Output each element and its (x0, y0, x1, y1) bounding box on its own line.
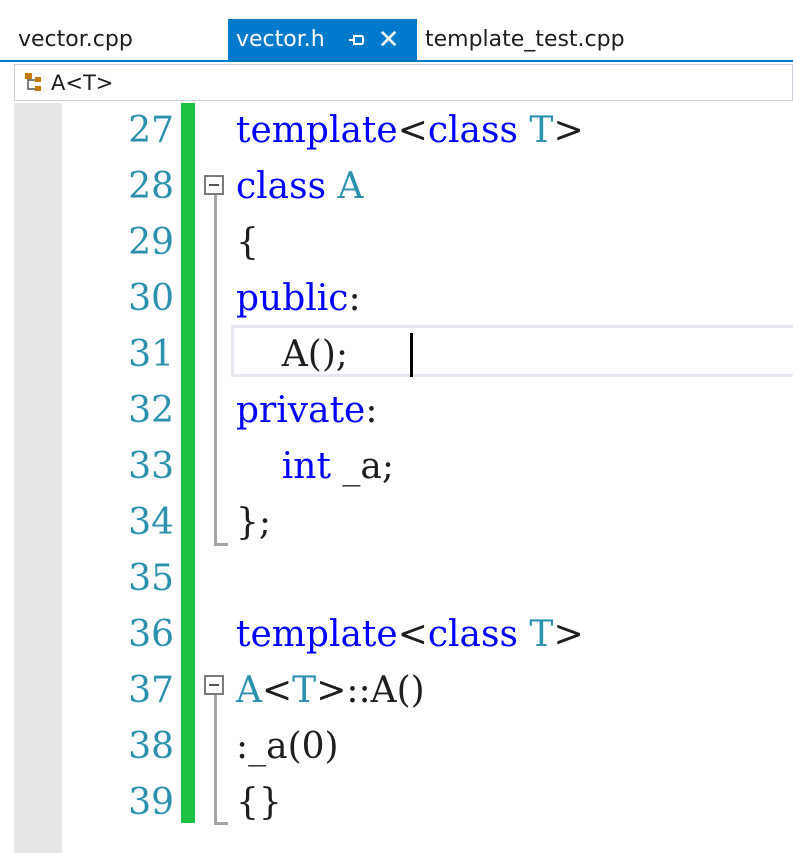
tab-vector-h[interactable]: vector.h ✕ (228, 19, 417, 60)
class-icon (25, 72, 41, 91)
code-line: 37 A<T>::A() (0, 663, 793, 719)
code-text[interactable]: public: (236, 271, 361, 327)
tab-vector-cpp[interactable]: vector.cpp (18, 19, 133, 60)
code-line: 36 template<class T> (0, 607, 793, 663)
code-text[interactable]: {} (236, 775, 282, 831)
line-number: 36 (128, 614, 174, 655)
code-text[interactable]: A(); (236, 327, 348, 383)
pin-icon[interactable] (347, 30, 367, 50)
text-caret (410, 333, 413, 377)
code-line: 31 A(); (0, 327, 793, 383)
line-number: 30 (128, 278, 174, 319)
navigation-bar-types-dropdown[interactable]: A<T> (14, 64, 793, 101)
close-icon[interactable]: ✕ (377, 27, 401, 53)
line-number: 31 (128, 334, 174, 375)
code-text[interactable]: template<class T> (236, 103, 584, 159)
tab-strip-underline (0, 60, 793, 62)
code-text[interactable]: }; (236, 495, 271, 551)
line-number: 37 (128, 670, 174, 711)
document-tab-strip: vector.cpp vector.h ✕ template_test.cpp (0, 0, 793, 60)
line-number: 27 (128, 110, 174, 151)
code-line: 35 (0, 551, 793, 607)
code-line: 28 class A (0, 159, 793, 215)
code-line: 29 { (0, 215, 793, 271)
line-number: 39 (128, 782, 174, 823)
code-text[interactable]: { (236, 215, 259, 271)
code-line: 38 :_a(0) (0, 719, 793, 775)
code-line: 34 }; (0, 495, 793, 551)
code-text[interactable]: A<T>::A() (236, 663, 425, 719)
line-number: 28 (128, 166, 174, 207)
line-number: 32 (128, 390, 174, 431)
code-text[interactable]: int _a; (236, 439, 394, 495)
tab-label: vector.h (236, 27, 325, 52)
line-number: 38 (128, 726, 174, 767)
code-line: 27 template<class T> (0, 103, 793, 159)
line-number: 34 (128, 502, 174, 543)
code-editor[interactable]: 27 template<class T> 28 class A 29 { 30 … (0, 103, 793, 853)
code-line: 32 private: (0, 383, 793, 439)
navigation-bar-text: A<T> (51, 70, 114, 95)
line-number: 33 (128, 446, 174, 487)
code-text[interactable]: class A (236, 159, 364, 215)
code-text[interactable]: template<class T> (236, 607, 584, 663)
tab-template-test-cpp[interactable]: template_test.cpp (425, 19, 625, 60)
code-line: 33 int _a; (0, 439, 793, 495)
line-number: 29 (128, 222, 174, 263)
line-number: 35 (128, 558, 174, 599)
tab-label: vector.cpp (18, 27, 133, 52)
tab-label: template_test.cpp (425, 27, 625, 52)
code-line: 39 {} (0, 775, 793, 831)
code-text[interactable]: private: (236, 383, 377, 439)
code-line: 30 public: (0, 271, 793, 327)
code-text[interactable]: :_a(0) (236, 719, 339, 775)
